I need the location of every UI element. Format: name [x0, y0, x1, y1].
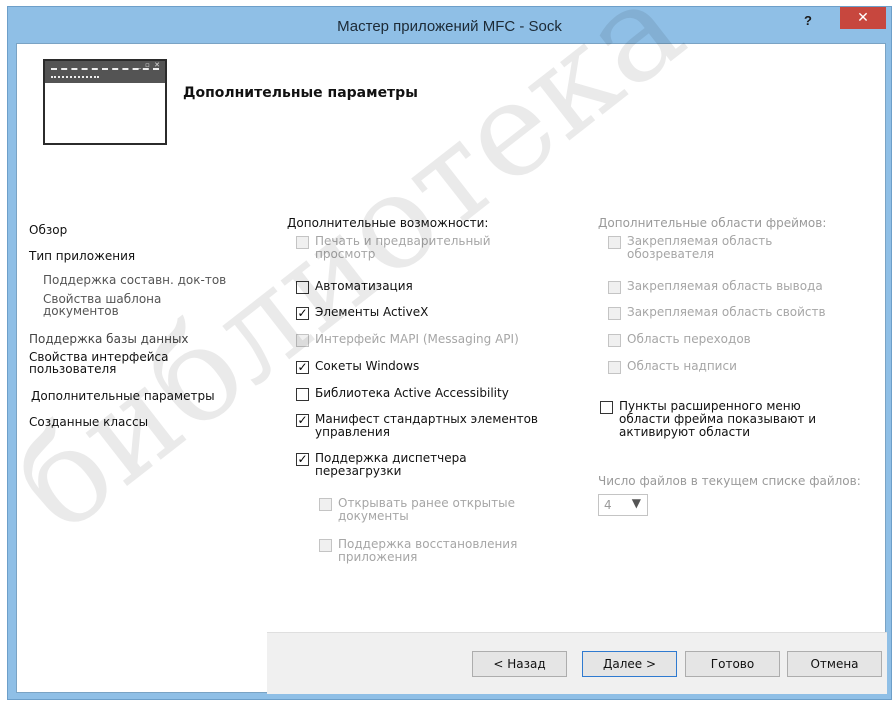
recent-files-combo[interactable]: 4 ▼ — [598, 494, 648, 516]
nav-item-advanced-features[interactable]: Дополнительные параметры — [31, 390, 269, 403]
back-button[interactable]: < Назад — [472, 651, 567, 677]
checkbox-checked[interactable]: ✓ — [296, 307, 309, 320]
recent-files-value: 4 — [604, 498, 612, 512]
page-title: Дополнительные параметры — [183, 85, 418, 101]
features-title: Дополнительные возможности: — [287, 216, 489, 230]
checkbox-checked[interactable]: ✓ — [296, 453, 309, 466]
wizard-client-area: _ ▫ ✕ Дополнительные параметры Обзор Тип… — [16, 43, 887, 694]
nav-item-ui-features[interactable]: Свойства интерфейса пользователя — [29, 351, 209, 375]
checkbox[interactable] — [608, 361, 621, 374]
cancel-button[interactable]: Отмена — [787, 651, 882, 677]
nav-item-overview[interactable]: Обзор — [29, 224, 267, 237]
checkbox[interactable] — [608, 334, 621, 347]
chevron-down-icon: ▼ — [631, 496, 641, 510]
nav-item-application-type[interactable]: Тип приложения — [29, 250, 267, 263]
wizard-nav: Обзор Тип приложения Поддержка составн. … — [17, 162, 269, 694]
finish-button[interactable]: Готово — [685, 651, 780, 677]
nav-item-doc-template[interactable]: Свойства шаблона документов — [43, 293, 193, 317]
nav-item-database-support[interactable]: Поддержка базы данных — [29, 333, 267, 346]
checkbox-checked[interactable]: ✓ — [296, 414, 309, 427]
wizard-footer: < Назад Далее > Готово Отмена — [267, 632, 887, 694]
recent-files-label: Число файлов в текущем списке файлов: — [598, 474, 861, 488]
checkbox[interactable] — [608, 236, 621, 249]
wizard-header: _ ▫ ✕ Дополнительные параметры — [17, 44, 885, 162]
checkbox[interactable] — [296, 388, 309, 401]
checkbox[interactable] — [608, 281, 621, 294]
checkbox-checked[interactable]: ✓ — [296, 361, 309, 374]
checkbox[interactable] — [319, 498, 332, 511]
checkbox[interactable] — [319, 539, 332, 552]
frames-title: Дополнительные области фреймов: — [598, 216, 827, 230]
checkbox[interactable] — [608, 307, 621, 320]
wizard-content: Дополнительные возможности: Печать и пре… — [287, 216, 861, 564]
wizard-window-icon: _ ▫ ✕ — [43, 59, 167, 145]
checkbox[interactable] — [296, 281, 309, 294]
icon-toolbar-line — [51, 76, 99, 78]
nav-item-compound-docs[interactable]: Поддержка составн. док-тов — [43, 274, 281, 287]
icon-menu-line — [51, 68, 159, 70]
checkbox[interactable] — [296, 334, 309, 347]
wizard-window: Мастер приложений MFC - Sock ? ✕ _ ▫ ✕ Д… — [7, 6, 892, 700]
help-button[interactable]: ? — [798, 11, 818, 31]
window-title: Мастер приложений MFC - Sock — [337, 18, 562, 35]
close-icon: ✕ — [857, 10, 869, 26]
close-button[interactable]: ✕ — [840, 7, 886, 29]
nav-item-generated-classes[interactable]: Созданные классы — [29, 416, 267, 429]
next-button[interactable]: Далее > — [582, 651, 677, 677]
checkbox[interactable] — [600, 401, 613, 414]
title-bar[interactable]: Мастер приложений MFC - Sock ? ✕ — [8, 7, 891, 43]
checkbox[interactable] — [296, 236, 309, 249]
